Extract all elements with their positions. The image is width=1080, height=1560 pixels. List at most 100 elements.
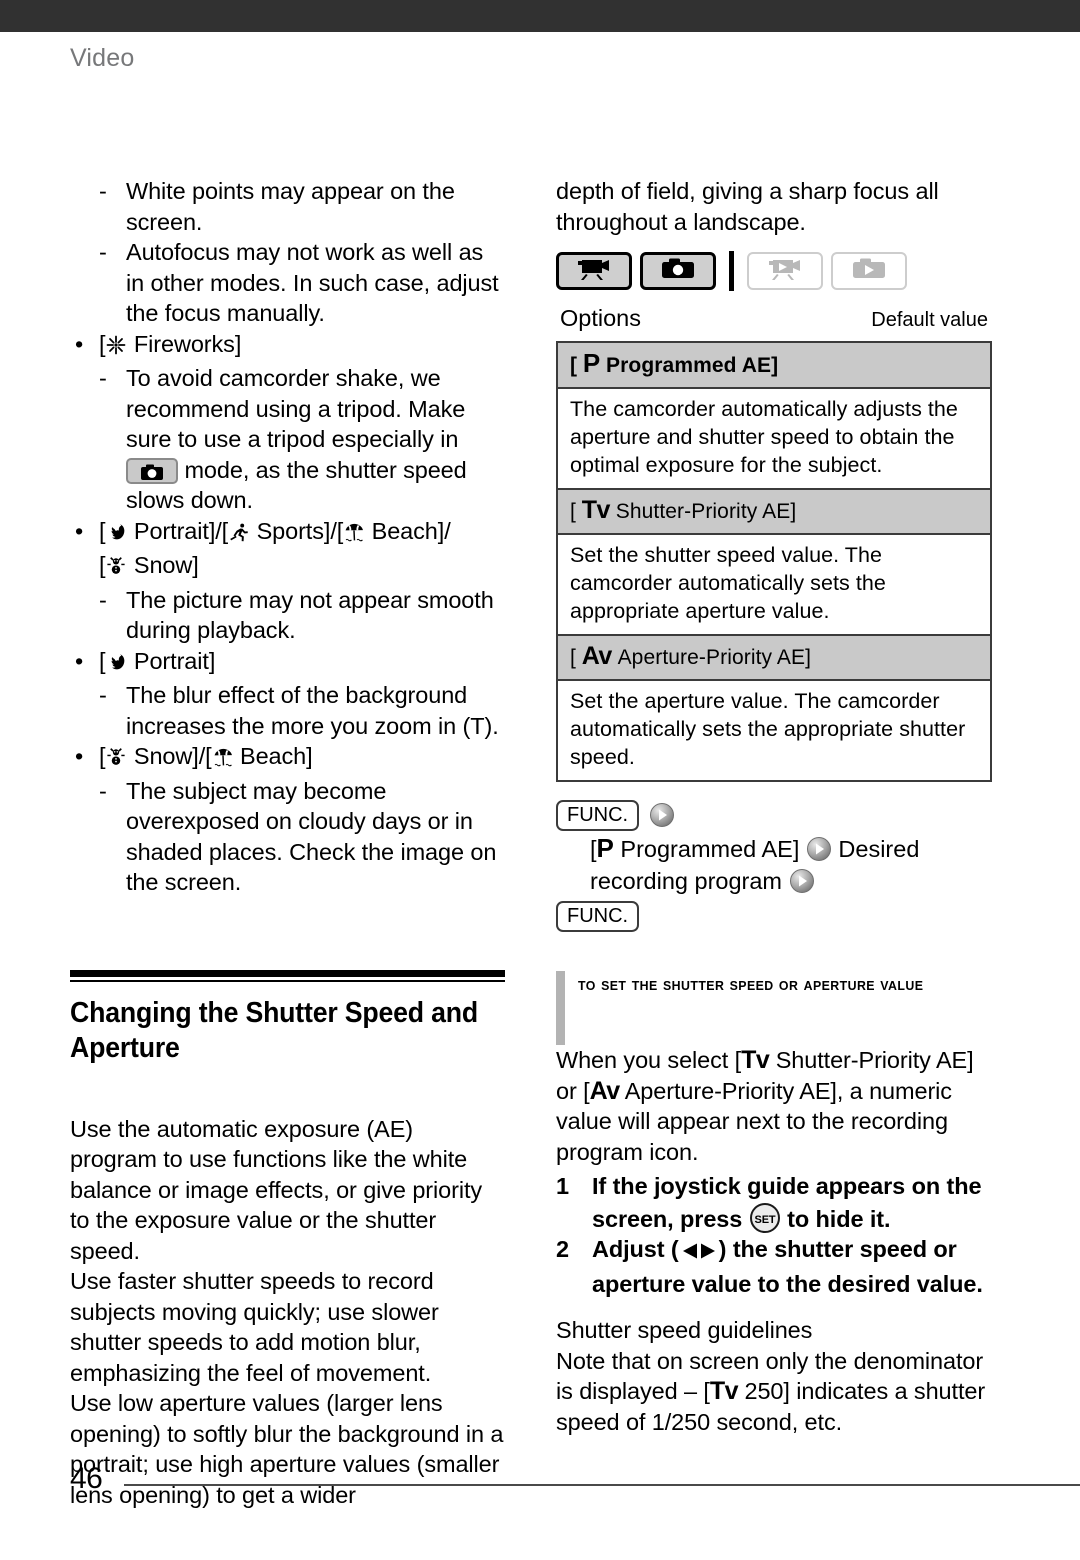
note-text: The picture may not appear smooth during… [126,586,494,644]
mode-label: Portrait [133,647,209,674]
option-title: Programmed AE [620,836,793,862]
desired-label-cont: recording program [590,868,783,894]
list-item-fireworks: • [ Fireworks] [70,329,505,364]
paragraph-part-a: When you select [ [556,1047,742,1073]
dash-marker: - [99,178,107,204]
photo-playback-icon [847,256,891,287]
fireworks-icon [105,335,127,361]
programmed-ae-icon: P [582,348,601,378]
list-item: - To avoid camcorder shake, we recommend… [70,363,505,516]
func-button[interactable]: FUNC. [556,900,640,932]
option-title: Shutter-Priority AE [615,500,791,523]
dash-marker: - [99,239,107,265]
camcorder-record-icon [572,256,616,287]
list-item-step-1: 1 If the joystick guide appears on the s… [556,1171,992,1234]
left-column: - White points may appear on the screen.… [70,176,505,1510]
note-text-part-a: To avoid camcorder shake, we recommend u… [126,365,466,452]
step-number: 1 [556,1173,569,1199]
step-number: 2 [556,1236,569,1262]
shutter-priority-icon: Tv [741,1046,770,1074]
desired-label: Desired [838,836,920,862]
list-item-portrait: •[ Portrait] [70,646,505,681]
table-cell-description: Set the aperture value. The camcorder au… [558,681,990,780]
options-legend-row: Options Default value [556,303,992,335]
bullet-marker: • [75,517,84,544]
mode-label: Portrait [133,517,209,544]
manual-page: Video - White points may appear on the s… [0,0,1080,1560]
continued-paragraph: depth of field, giving a sharp focus all… [556,178,939,235]
list-item: - Autofocus may not work as well as in o… [70,237,505,329]
photo-record-mode-button[interactable] [640,252,716,290]
list-item: - The picture may not appear smooth duri… [70,585,505,646]
photo-playback-mode-button[interactable] [831,252,907,290]
guidelines-paragraph: Note that on screen only the denominator… [556,1346,992,1438]
bracket-open: [ [570,646,576,669]
subsection-paragraph: When you select [Tv Shutter-Priority AE]… [556,1045,992,1167]
mode-label: Beach [240,743,307,769]
snow-icon [105,747,127,773]
table-row-header-shutter-priority-ae: [ Tv Shutter-Priority AE] [558,490,990,535]
table-row-header-programmed-ae: [ P Programmed AE] [558,343,990,389]
bullet-marker: • [75,743,84,769]
sports-icon [228,522,250,548]
programmed-ae-icon: P [596,833,614,863]
func-path-line-1: FUNC. [556,798,992,832]
bullet-marker: • [75,330,84,357]
camcorder-playback-icon [763,256,807,287]
list-item-snow-beach: •[ Snow]/[ Beach] [70,741,505,776]
list-item: - White points may appear on the screen. [70,176,505,237]
page-number: 46 [70,1462,103,1495]
running-head: Video [70,44,135,72]
dash-marker: - [99,777,107,804]
list-item: - The subject may become overexposed on … [70,776,505,898]
mode-label: Snow [133,743,193,769]
table-cell-description: Set the shutter speed value. The camcord… [558,535,990,636]
left-right-arrows-icon [679,1240,719,1266]
bracket-open: [ [570,354,577,377]
snow-icon [105,556,127,582]
bracket-close: ] [771,354,779,377]
arrow-right-icon [806,836,832,862]
note-text: The blur effect of the background increa… [126,682,499,739]
option-title: Aperture-Priority AE [617,646,806,669]
func-button[interactable]: FUNC. [556,799,640,831]
list-item-step-2: 2 Adjust () the shutter speed or apertur… [556,1234,992,1299]
note-text: Autofocus may not work as well as in oth… [126,239,499,326]
page-top-bar [0,0,1080,32]
step-text-after: to hide it. [787,1205,891,1232]
operating-mode-bar [556,251,992,291]
list-item: - The blur effect of the background incr… [70,680,505,741]
procedure-steps: 1 If the joystick guide appears on the s… [556,1171,992,1299]
mode-label: Sports [256,517,324,544]
body-paragraph: Use the automatic exposure (AE) program … [70,1115,483,1264]
video-record-mode-button[interactable] [556,252,632,290]
section-rule [70,969,505,982]
subsection-header-block: To set the shutter speed or aperture val… [556,969,992,1045]
note-text: White points may appear on the screen. [126,178,455,235]
portrait-icon [105,652,127,678]
dash-marker: - [99,682,107,708]
right-column: depth of field, giving a sharp focus all… [556,176,992,1437]
portrait-icon [105,522,127,548]
photo-camera-icon [656,256,700,287]
shutter-priority-icon: Tv [581,496,611,524]
beach-icon [212,747,234,773]
bracket-close: ] [805,646,811,669]
video-playback-mode-button[interactable] [747,252,823,290]
mode-label: Fireworks [133,330,235,357]
mode-label: Snow [133,552,193,578]
set-button-icon[interactable]: SET [749,1202,781,1234]
options-table: [ P Programmed AE] The camcorder automat… [556,341,992,782]
func-navigation-path: FUNC. [P Programmed AE] Desired recordin… [556,798,992,933]
arrow-right-icon [649,802,675,828]
arrow-right-icon [789,868,815,894]
dash-marker: - [99,586,107,613]
table-row-header-aperture-priority-ae: [ Av Aperture-Priority AE] [558,636,990,681]
default-value-label: Default value [871,309,988,331]
mode-label: Beach [371,517,438,544]
photo-camera-icon [126,457,178,484]
bracket-close: ] [790,500,797,523]
aperture-priority-icon: Av [581,642,613,670]
footer-rule [124,1484,1080,1486]
page-title: Changing the Shutter Speed and Aperture [70,996,479,1064]
